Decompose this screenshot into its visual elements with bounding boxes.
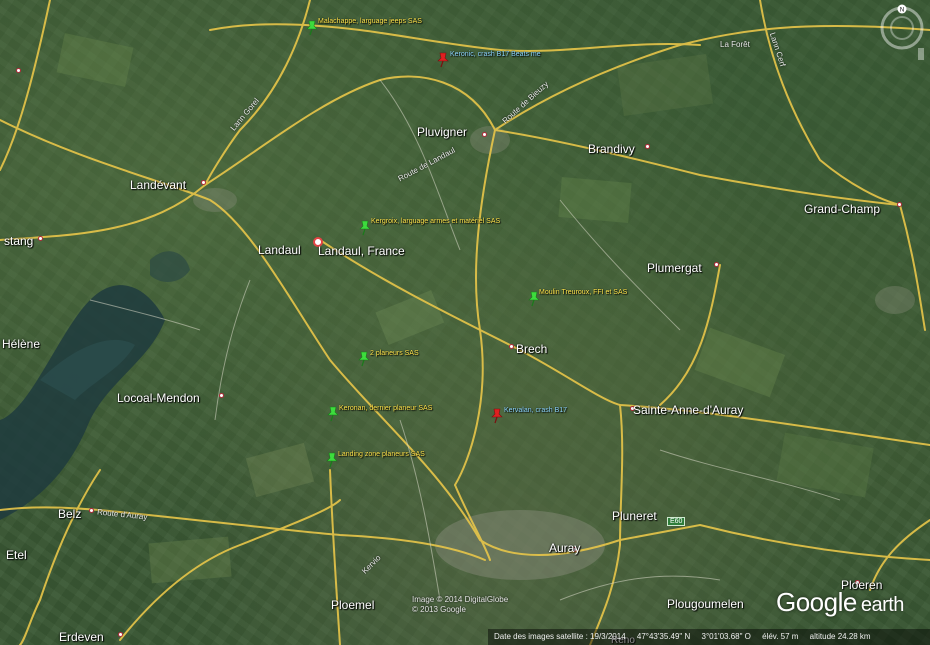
place-label[interactable]: Erdeven (59, 630, 104, 644)
road-shield-e60: E60 (667, 517, 686, 526)
place-label[interactable]: Landévant (130, 178, 186, 192)
place-label[interactable]: Etel (6, 548, 27, 562)
imagery-copyright: Image © 2014 DigitalGlobe © 2013 Google (412, 595, 508, 615)
grand-champ-urban-area (875, 286, 915, 314)
pluvigner-dot (482, 132, 487, 137)
google-earth-logo: Google earth (776, 587, 904, 618)
green-pushpin-icon[interactable] (357, 351, 371, 367)
copyright-line: © 2013 Google (412, 605, 466, 614)
green-pushpin-icon[interactable] (305, 20, 319, 36)
green-pushpin-icon[interactable] (326, 406, 340, 422)
place-label[interactable]: Ploemel (331, 598, 374, 612)
pin-label[interactable]: Kervalan, crash B17 (504, 407, 567, 414)
pin-label[interactable]: Keronic, crash B17 Beats me (450, 51, 541, 58)
pin-label[interactable]: Moulin Treuroux, FFI et SAS (539, 289, 627, 296)
place-label[interactable]: Locoal-Mendon (117, 391, 200, 405)
place-label[interactable]: Brech (516, 342, 547, 356)
grand-champ-dot (897, 202, 902, 207)
locoal-dot (219, 393, 224, 398)
elevation-readout: élév. 57 m (762, 632, 799, 641)
landevant-urban-area (193, 188, 237, 212)
imagery-date: Date des images satellite : 19/3/2014 (494, 632, 626, 641)
red-pushpin-icon[interactable] (490, 408, 504, 424)
place-label[interactable]: Landaul (258, 243, 301, 257)
north-letter: N (900, 8, 904, 14)
place-label[interactable]: Pluvigner (417, 125, 467, 139)
logo-earth: earth (860, 594, 905, 616)
red-pushpin-icon[interactable] (436, 52, 450, 68)
road-label: La Forêt (720, 40, 750, 49)
place-label[interactable]: Hélène (2, 337, 40, 351)
satellite-map[interactable]: N Landévant Landaul Landaul, France Pluv… (0, 0, 930, 645)
zoom-slider[interactable] (918, 48, 924, 60)
belz-dot (89, 508, 94, 513)
green-pushpin-icon[interactable] (325, 452, 339, 468)
plumergat-dot (714, 262, 719, 267)
compass-ring[interactable] (880, 6, 924, 50)
place-label[interactable]: Plougoumelen (667, 597, 744, 611)
pond-water (150, 251, 190, 282)
place-label[interactable]: Grand-Champ (804, 202, 880, 216)
look-joystick[interactable] (890, 16, 914, 40)
copyright-line: Image © 2014 DigitalGlobe (412, 595, 509, 604)
terrain-and-roads (0, 0, 930, 645)
place-label[interactable]: Belz (58, 507, 81, 521)
place-label[interactable]: Auray (549, 541, 580, 555)
place-label[interactable]: Plumergat (647, 261, 702, 275)
pin-label[interactable]: Landing zone planeurs SAS (338, 451, 425, 458)
altitude-readout: altitude 24.28 km (809, 632, 871, 641)
pin-label[interactable]: Keronan, dernier planeur SAS (339, 405, 432, 412)
pin-label[interactable]: Kergroix, larguage armes et matériel SAS (371, 218, 500, 225)
place-label[interactable]: Pluneret (612, 509, 657, 523)
pin-label[interactable]: Malachappe, larguage jeeps SAS (318, 18, 422, 25)
search-result-label[interactable]: Landaul, France (318, 244, 405, 258)
compass-control[interactable]: N (878, 4, 926, 60)
brandivy-dot (645, 144, 650, 149)
status-bar: Date des images satellite : 19/3/2014 47… (488, 629, 930, 645)
logo-google: Google (776, 587, 857, 617)
pin-label[interactable]: 2 planeurs SAS (370, 350, 419, 357)
left-edge-dot (16, 68, 21, 73)
field-patches (56, 33, 874, 584)
erdeven-dot (118, 632, 123, 637)
place-label[interactable]: Brandivy (588, 142, 635, 156)
landevant-dot (201, 180, 206, 185)
place-label[interactable]: Sainte-Anne-d'Auray (633, 403, 743, 417)
brech-dot (509, 344, 514, 349)
latitude-readout: 47°43'35.49" N (636, 632, 691, 641)
place-label[interactable]: stang (4, 234, 33, 248)
longitude-readout: 3°01'03.68" O (701, 632, 751, 641)
green-pushpin-icon[interactable] (358, 220, 372, 236)
nostang-dot (38, 236, 43, 241)
